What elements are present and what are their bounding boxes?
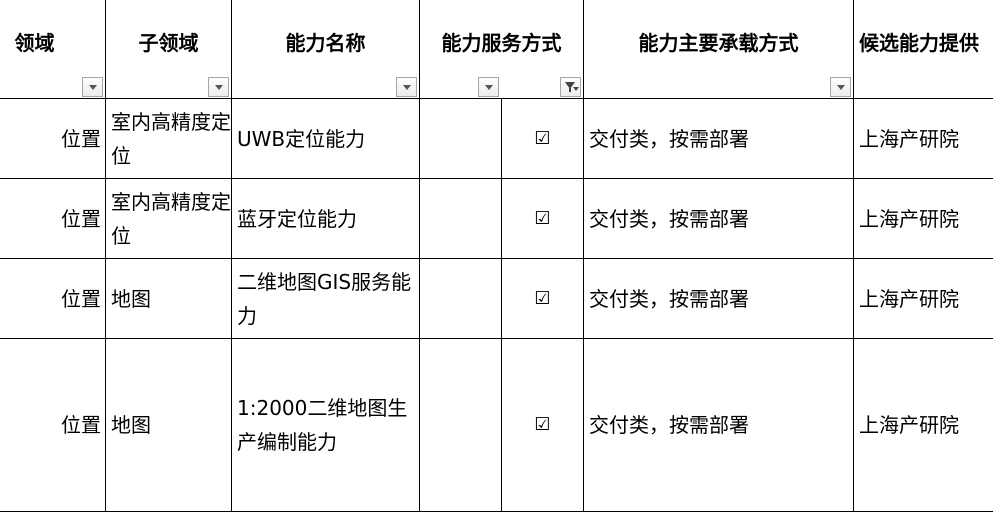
header-subdomain-label: 子领域 xyxy=(138,31,199,55)
header-name-label: 能力名称 xyxy=(285,31,366,55)
table-row: 位置 室内高精度定位 UWB定位能力 ☑ 交付类，按需部署 上海产研院 xyxy=(0,98,993,179)
cell-service[interactable] xyxy=(419,178,502,259)
cell-provider[interactable]: 上海产研院 xyxy=(853,98,993,179)
table-row: 位置 地图 二维地图GIS服务能力 ☑ 交付类，按需部署 上海产研院 xyxy=(0,258,993,339)
cell-domain[interactable]: 位置 xyxy=(0,258,106,339)
header-provider: 候选能力提供 xyxy=(853,0,993,99)
table-row: 位置 地图 1:2000二维地图生产编制能力 ☑ 交付类，按需部署 上海产研院 xyxy=(0,338,993,512)
cell-subdomain[interactable]: 室内高精度定位 xyxy=(105,98,232,179)
cell-subdomain[interactable]: 地图 xyxy=(105,338,232,512)
chevron-down-icon xyxy=(88,84,97,90)
cell-domain[interactable]: 位置 xyxy=(0,98,106,179)
cell-service[interactable] xyxy=(419,338,502,512)
filter-check-button[interactable] xyxy=(560,77,581,97)
cell-provider[interactable]: 上海产研院 xyxy=(853,338,993,512)
cell-carrier[interactable]: 交付类，按需部署 xyxy=(583,178,854,259)
cell-checkbox[interactable]: ☑ xyxy=(501,178,584,259)
filter-name-button[interactable] xyxy=(396,77,417,97)
filter-domain-button[interactable] xyxy=(82,77,103,97)
cell-name[interactable]: 二维地图GIS服务能力 xyxy=(231,258,420,339)
cell-checkbox[interactable]: ☑ xyxy=(501,338,584,512)
header-service: 能力服务方式 xyxy=(419,0,584,99)
header-carrier: 能力主要承载方式 xyxy=(583,0,854,99)
cell-provider[interactable]: 上海产研院 xyxy=(853,258,993,339)
cell-name[interactable]: UWB定位能力 xyxy=(231,98,420,179)
header-subdomain: 子领域 xyxy=(105,0,232,99)
header-domain: 领域 xyxy=(0,0,106,99)
cell-carrier[interactable]: 交付类，按需部署 xyxy=(583,338,854,512)
cell-checkbox[interactable]: ☑ xyxy=(501,258,584,339)
cell-checkbox[interactable]: ☑ xyxy=(501,98,584,179)
chevron-down-icon xyxy=(214,84,223,90)
cell-subdomain[interactable]: 室内高精度定位 xyxy=(105,178,232,259)
filter-carrier-button[interactable] xyxy=(830,77,851,97)
chevron-down-icon xyxy=(402,84,411,90)
filter-active-icon xyxy=(564,82,579,92)
cell-name[interactable]: 1:2000二维地图生产编制能力 xyxy=(231,338,420,512)
cell-carrier[interactable]: 交付类，按需部署 xyxy=(583,98,854,179)
cell-name[interactable]: 蓝牙定位能力 xyxy=(231,178,420,259)
cell-carrier[interactable]: 交付类，按需部署 xyxy=(583,258,854,339)
cell-provider[interactable]: 上海产研院 xyxy=(853,178,993,259)
filter-subdomain-button[interactable] xyxy=(208,77,229,97)
header-carrier-label: 能力主要承载方式 xyxy=(638,31,799,55)
header-domain-label: 领域 xyxy=(14,31,55,55)
filter-service-button[interactable] xyxy=(478,77,499,97)
header-service-label: 能力服务方式 xyxy=(441,31,562,55)
table-row: 位置 室内高精度定位 蓝牙定位能力 ☑ 交付类，按需部署 上海产研院 xyxy=(0,178,993,259)
header-row: 领域 子领域 能力名称 能力服务方式 能力主要承载方式 候选能力提供 xyxy=(0,0,993,99)
spreadsheet-view: 领域 子领域 能力名称 能力服务方式 能力主要承载方式 候选能力提供 位置 室内… xyxy=(0,0,993,518)
cell-subdomain[interactable]: 地图 xyxy=(105,258,232,339)
cell-domain[interactable]: 位置 xyxy=(0,178,106,259)
capability-table: 领域 子领域 能力名称 能力服务方式 能力主要承载方式 候选能力提供 位置 室内… xyxy=(0,0,993,512)
header-provider-label: 候选能力提供 xyxy=(859,31,979,55)
chevron-down-icon xyxy=(836,84,845,90)
chevron-down-icon xyxy=(484,84,493,90)
cell-service[interactable] xyxy=(419,98,502,179)
cell-domain[interactable]: 位置 xyxy=(0,338,106,512)
cell-service[interactable] xyxy=(419,258,502,339)
header-name: 能力名称 xyxy=(231,0,420,99)
